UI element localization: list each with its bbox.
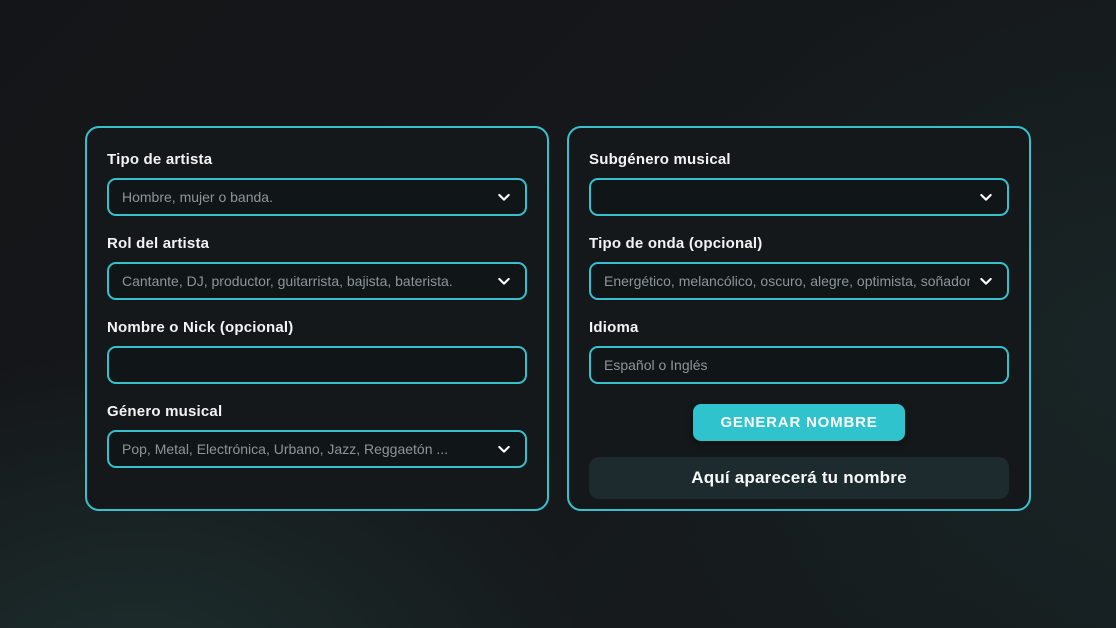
language-label: Idioma: [589, 320, 1009, 335]
artist-role-select[interactable]: Cantante, DJ, productor, guitarrista, ba…: [107, 262, 527, 300]
subgenre-label: Subgénero musical: [589, 152, 1009, 167]
music-genre-label: Género musical: [107, 404, 527, 419]
artist-details-panel: Tipo de artista Hombre, mujer o banda. R…: [85, 126, 549, 511]
music-genre-select-value: Pop, Metal, Electrónica, Urbano, Jazz, R…: [122, 441, 488, 457]
generated-name-output: Aquí aparecerá tu nombre: [589, 457, 1009, 499]
artist-type-select[interactable]: Hombre, mujer o banda.: [107, 178, 527, 216]
music-genre-select[interactable]: Pop, Metal, Electrónica, Urbano, Jazz, R…: [107, 430, 527, 468]
chevron-down-icon: [496, 189, 512, 205]
artist-role-select-value: Cantante, DJ, productor, guitarrista, ba…: [122, 273, 488, 289]
chevron-down-icon: [978, 273, 994, 289]
field-group-artist-role: Rol del artista Cantante, DJ, productor,…: [107, 236, 527, 300]
artist-type-select-value: Hombre, mujer o banda.: [122, 189, 488, 205]
vibe-label: Tipo de onda (opcional): [589, 236, 1009, 251]
field-group-vibe: Tipo de onda (opcional) Energético, mela…: [589, 236, 1009, 300]
field-group-music-genre: Género musical Pop, Metal, Electrónica, …: [107, 404, 527, 468]
chevron-down-icon: [496, 273, 512, 289]
vibe-select[interactable]: Energético, melancólico, oscuro, alegre,…: [589, 262, 1009, 300]
nickname-label: Nombre o Nick (opcional): [107, 320, 527, 335]
app-background: Tipo de artista Hombre, mujer o banda. R…: [0, 0, 1116, 628]
field-group-subgenre: Subgénero musical: [589, 152, 1009, 216]
chevron-down-icon: [496, 441, 512, 457]
artist-role-label: Rol del artista: [107, 236, 527, 251]
chevron-down-icon: [978, 189, 994, 205]
field-group-language: Idioma: [589, 320, 1009, 384]
generate-name-button[interactable]: GENERAR NOMBRE: [693, 404, 904, 441]
field-group-nickname: Nombre o Nick (opcional): [107, 320, 527, 384]
generation-options-panel: Subgénero musical Tipo de onda (opcional…: [567, 126, 1031, 511]
subgenre-select[interactable]: [589, 178, 1009, 216]
field-group-artist-type: Tipo de artista Hombre, mujer o banda.: [107, 152, 527, 216]
language-input[interactable]: [589, 346, 1009, 384]
vibe-select-value: Energético, melancólico, oscuro, alegre,…: [604, 273, 970, 289]
nickname-input[interactable]: [107, 346, 527, 384]
generated-name-text: Aquí aparecerá tu nombre: [691, 468, 906, 488]
artist-type-label: Tipo de artista: [107, 152, 527, 167]
